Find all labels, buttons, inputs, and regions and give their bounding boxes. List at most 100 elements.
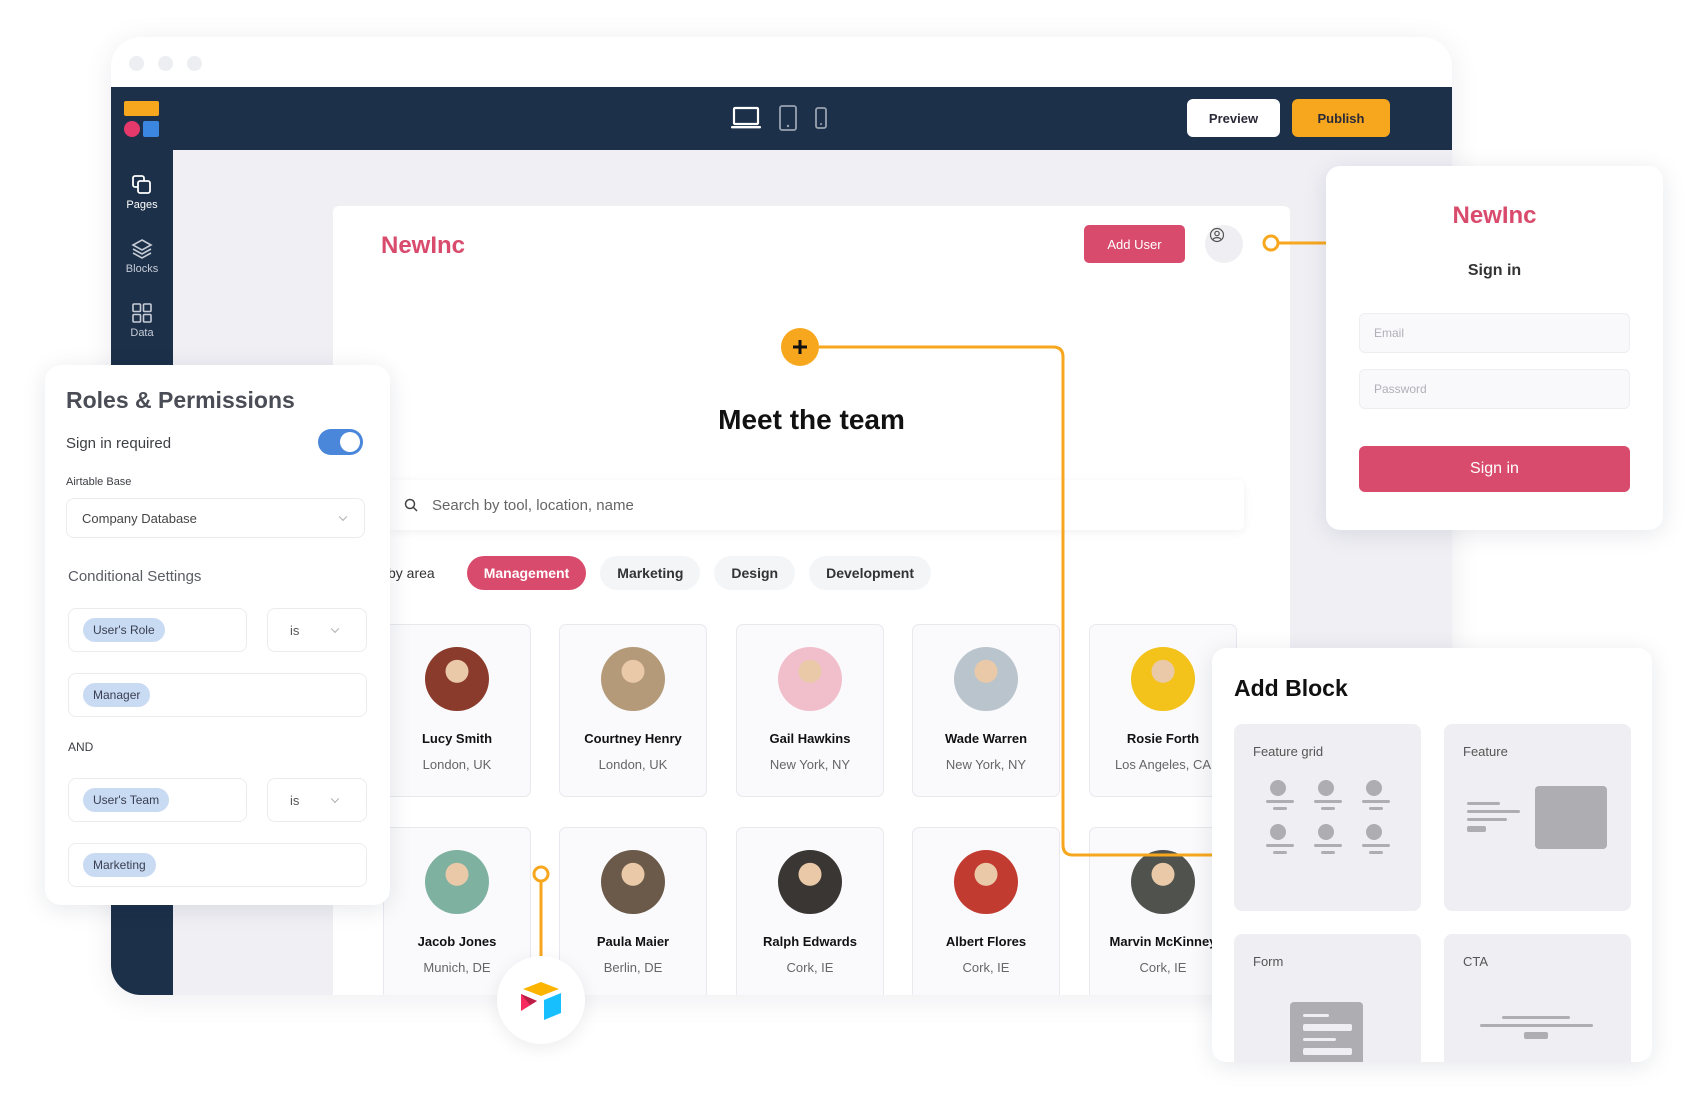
preview-button[interactable]: Preview bbox=[1187, 99, 1280, 137]
member-photo bbox=[954, 647, 1018, 711]
team-member-card[interactable]: Wade Warren New York, NY bbox=[912, 624, 1060, 797]
member-location: New York, NY bbox=[945, 757, 1027, 772]
page-preview: NewInc Add User Meet the team Filter by … bbox=[333, 206, 1290, 995]
add-block-panel: Add Block Feature grid Feature Form CTA bbox=[1212, 648, 1652, 1062]
sign-in-card: NewInc Sign in Sign in bbox=[1326, 166, 1663, 530]
member-photo bbox=[1131, 850, 1195, 914]
chevron-down-icon bbox=[330, 624, 340, 634]
operator-value: is bbox=[290, 622, 300, 638]
sign-in-button[interactable]: Sign in bbox=[1359, 446, 1630, 492]
page-title: Meet the team bbox=[718, 404, 905, 435]
member-name: Ralph Edwards bbox=[763, 934, 857, 949]
desktop-icon[interactable] bbox=[731, 106, 761, 135]
block-cta[interactable]: CTA bbox=[1444, 934, 1631, 1062]
sign-in-required-toggle[interactable] bbox=[318, 429, 363, 455]
add-user-button[interactable]: Add User bbox=[1084, 225, 1185, 263]
airtable-base-label: Airtable Base bbox=[66, 476, 132, 488]
member-name: Jacob Jones bbox=[417, 934, 497, 949]
member-photo bbox=[778, 850, 842, 914]
brand-logo[interactable]: NewInc bbox=[381, 232, 465, 260]
member-name: Courtney Henry bbox=[584, 731, 682, 746]
value-pill: Marketing bbox=[83, 853, 156, 877]
field-pill: User's Role bbox=[83, 618, 165, 642]
member-location: New York, NY bbox=[769, 757, 851, 772]
member-photo bbox=[425, 850, 489, 914]
team-member-card[interactable]: Albert Flores Cork, IE bbox=[912, 827, 1060, 995]
chevron-down-icon bbox=[330, 794, 340, 804]
block-feature[interactable]: Feature bbox=[1444, 724, 1631, 911]
sign-in-brand: NewInc bbox=[1452, 202, 1537, 229]
sidebar-item-pages[interactable]: Pages bbox=[111, 174, 173, 211]
user-avatar-button[interactable] bbox=[1205, 225, 1243, 263]
airtable-integration-badge[interactable] bbox=[497, 956, 585, 1044]
member-name: Paula Maier bbox=[596, 934, 670, 949]
publish-button[interactable]: Publish bbox=[1292, 99, 1390, 137]
member-photo bbox=[425, 647, 489, 711]
filter-chip-development[interactable]: Development bbox=[809, 556, 932, 590]
member-photo bbox=[954, 850, 1018, 914]
member-photo bbox=[601, 850, 665, 914]
email-field[interactable] bbox=[1359, 313, 1630, 353]
chevron-down-icon bbox=[338, 512, 348, 522]
sign-in-required-label: Sign in required bbox=[66, 435, 172, 452]
window-dot bbox=[129, 56, 144, 71]
block-label: Form bbox=[1253, 954, 1284, 969]
condition-operator-select[interactable]: is bbox=[267, 608, 367, 652]
block-form[interactable]: Form bbox=[1234, 934, 1421, 1062]
member-name: Albert Flores bbox=[945, 934, 1027, 949]
team-member-card[interactable]: Lucy Smith London, UK bbox=[383, 624, 531, 797]
condition-operator-select[interactable]: is bbox=[267, 778, 367, 822]
member-photo bbox=[601, 647, 665, 711]
device-switcher bbox=[731, 105, 827, 136]
window-titlebar bbox=[111, 37, 1452, 87]
condition-field-select[interactable]: User's Team bbox=[68, 778, 247, 822]
app-logo[interactable] bbox=[124, 101, 160, 137]
sign-in-title: Sign in bbox=[1467, 262, 1522, 279]
block-label: CTA bbox=[1463, 954, 1489, 969]
top-nav: Preview Publish bbox=[111, 87, 1452, 150]
panel-title: Add Block bbox=[1234, 675, 1348, 701]
airtable-logo-icon bbox=[521, 982, 561, 1020]
member-name: Wade Warren bbox=[944, 731, 1028, 746]
panel-title: Roles & Permissions bbox=[66, 387, 295, 413]
search-bar[interactable] bbox=[388, 480, 1244, 530]
block-feature-grid[interactable]: Feature grid bbox=[1234, 724, 1421, 911]
mobile-icon[interactable] bbox=[815, 107, 827, 134]
roles-permissions-panel: Roles & Permissions Sign in required Air… bbox=[45, 365, 390, 905]
condition-joiner: AND bbox=[68, 740, 94, 754]
condition-value-input[interactable]: Marketing bbox=[68, 843, 367, 887]
team-member-card[interactable]: Courtney Henry London, UK bbox=[559, 624, 707, 797]
sidebar-item-data[interactable]: Data bbox=[111, 302, 173, 339]
member-location: London, UK bbox=[422, 757, 492, 772]
password-field[interactable] bbox=[1359, 369, 1630, 409]
conditional-settings-title: Conditional Settings bbox=[68, 568, 202, 585]
tablet-icon[interactable] bbox=[779, 105, 797, 136]
member-location: Cork, IE bbox=[786, 960, 834, 975]
airtable-base-select[interactable]: Company Database bbox=[66, 498, 365, 538]
plus-icon bbox=[793, 340, 807, 354]
search-icon bbox=[404, 498, 418, 512]
condition-value-input[interactable]: Manager bbox=[68, 673, 367, 717]
member-name: Gail Hawkins bbox=[769, 731, 851, 746]
sidebar-item-blocks[interactable]: Blocks bbox=[111, 238, 173, 275]
team-member-card[interactable]: Gail Hawkins New York, NY bbox=[736, 624, 884, 797]
select-value: Company Database bbox=[82, 510, 197, 526]
member-location: London, UK bbox=[598, 757, 668, 772]
search-input[interactable] bbox=[432, 496, 1244, 514]
add-block-plus-button[interactable] bbox=[781, 328, 819, 366]
window-dot bbox=[158, 56, 173, 71]
member-photo bbox=[778, 647, 842, 711]
team-member-card[interactable]: Ralph Edwards Cork, IE bbox=[736, 827, 884, 995]
filter-chip-design[interactable]: Design bbox=[714, 556, 796, 590]
user-icon bbox=[1209, 227, 1225, 243]
filter-chip-management[interactable]: Management bbox=[466, 556, 587, 590]
member-location: Cork, IE bbox=[962, 960, 1010, 975]
blocks-icon bbox=[131, 239, 153, 259]
condition-field-select[interactable]: User's Role bbox=[68, 608, 247, 652]
sidebar-item-label: Pages bbox=[126, 199, 158, 211]
member-name: Lucy Smith bbox=[421, 731, 493, 746]
data-icon bbox=[132, 303, 152, 323]
pages-icon bbox=[132, 175, 151, 194]
operator-value: is bbox=[290, 792, 300, 808]
filter-chip-marketing[interactable]: Marketing bbox=[600, 556, 701, 590]
